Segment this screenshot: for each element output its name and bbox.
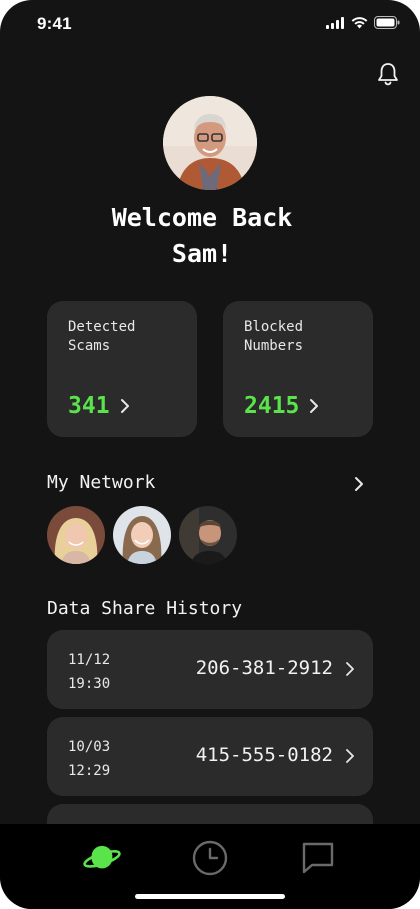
planet-icon (83, 845, 121, 869)
welcome-line-2: Sam! (171, 239, 233, 268)
signal-icon (326, 16, 344, 29)
user-avatar[interactable] (163, 96, 257, 190)
home-indicator[interactable] (135, 894, 285, 899)
chevron-right-icon (310, 399, 319, 413)
detected-scams-label: Detected Scams (68, 318, 188, 356)
detected-scams-label-line-2: Scams (68, 338, 111, 354)
blocked-numbers-count: 2415 (244, 393, 300, 419)
battery-icon (374, 16, 400, 29)
welcome-heading: Welcome Back Sam! (0, 200, 404, 272)
history-row[interactable]: 10/03 12:29 415-555-0182 (47, 717, 373, 796)
wifi-icon (351, 16, 368, 28)
chevron-right-icon (120, 399, 129, 413)
detected-scams-label-line-1: Detected (68, 319, 136, 335)
contact-photo (113, 506, 171, 564)
detected-scams-count: 341 (68, 393, 110, 419)
chevron-right-icon (346, 662, 354, 676)
blocked-numbers-label: Blocked Numbers (244, 318, 364, 356)
blocked-numbers-card[interactable]: Blocked Numbers 2415 (223, 301, 373, 437)
contact-photo (47, 506, 105, 564)
chevron-right-icon (346, 749, 354, 763)
my-network-title: My Network (47, 472, 156, 493)
detected-scams-card[interactable]: Detected Scams 341 (47, 301, 197, 437)
tab-messages[interactable] (298, 838, 338, 878)
history-row[interactable]: 11/12 19:30 206-381-2912 (47, 630, 373, 709)
tab-home[interactable] (82, 838, 122, 878)
network-contact-avatar[interactable] (47, 506, 105, 564)
network-contact-avatar[interactable] (113, 506, 171, 564)
notification-bell-icon[interactable] (376, 61, 400, 87)
history-row-time: 12:29 (68, 763, 111, 779)
history-row-date: 11/12 (68, 652, 111, 668)
network-chevron-right-icon[interactable] (352, 475, 366, 493)
status-time: 9:41 (37, 14, 72, 33)
history-row-datetime: 10/03 12:29 (68, 735, 110, 783)
data-share-history-title: Data Share History (47, 598, 243, 619)
app-screen: 9:41 Welcome Back Sam! Detected Scams 34… (0, 0, 420, 909)
chat-icon (302, 842, 334, 874)
blocked-numbers-label-line-2: Numbers (244, 338, 304, 354)
history-row-phone-number: 415-555-0182 (195, 744, 333, 766)
history-row-phone-number: 206-381-2912 (195, 657, 333, 679)
status-bar: 9:41 (0, 0, 420, 48)
detected-scams-value-row: 341 (68, 393, 130, 419)
blocked-numbers-value-row: 2415 (244, 393, 319, 419)
blocked-numbers-label-line-1: Blocked (244, 319, 304, 335)
history-row-datetime: 11/12 19:30 (68, 648, 110, 696)
history-row-date: 10/03 (68, 739, 111, 755)
welcome-line-1: Welcome Back (111, 203, 293, 232)
tab-history[interactable] (190, 838, 230, 878)
contact-photo (179, 506, 237, 564)
history-row-time: 19:30 (68, 676, 111, 692)
network-contact-avatar[interactable] (179, 506, 237, 564)
status-icons (326, 16, 400, 29)
clock-icon (192, 840, 228, 876)
user-photo (163, 96, 257, 190)
